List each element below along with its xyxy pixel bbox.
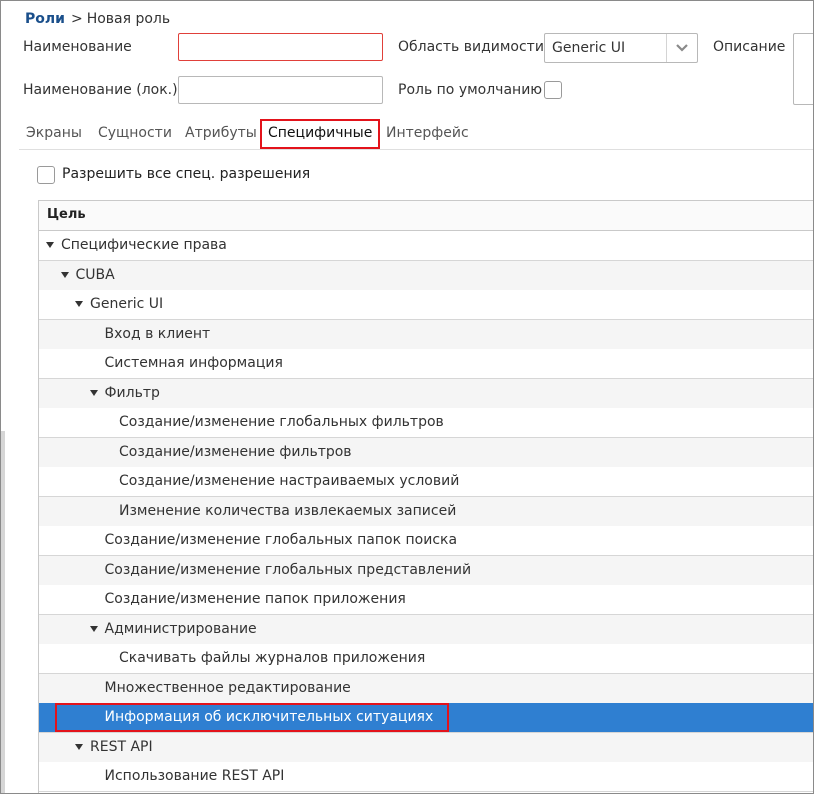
tree-row-label: CUBA bbox=[75, 266, 115, 283]
scope-select-value: Generic UI bbox=[552, 40, 626, 56]
tree-row-label: Создание/изменение глобальных представле… bbox=[104, 561, 472, 578]
tree-row-label: Создание/изменение фильтров bbox=[119, 443, 352, 460]
caret-down-icon[interactable] bbox=[46, 242, 54, 248]
default-role-checkbox[interactable] bbox=[544, 81, 562, 99]
breadcrumb: Роли > Новая роль bbox=[25, 11, 170, 29]
tree-row-label: Системная информация bbox=[104, 355, 283, 371]
scope-label: Область видимости bbox=[398, 39, 544, 55]
description-label: Описание bbox=[713, 39, 786, 55]
tree-row[interactable]: Администрирование bbox=[39, 614, 813, 645]
name-label: Наименование bbox=[23, 39, 132, 55]
column-header-target[interactable]: Цель bbox=[39, 201, 813, 231]
tree-row[interactable]: Множественное редактирование bbox=[39, 673, 813, 704]
tree-row-label: Множественное редактирование bbox=[104, 679, 351, 696]
localized-name-input[interactable] bbox=[178, 76, 383, 104]
tree-row[interactable]: Информация об исключительных ситуациях bbox=[39, 703, 813, 733]
localized-name-label: Наименование (лок.) bbox=[23, 82, 178, 98]
tab-specific[interactable]: Специфичные bbox=[260, 119, 381, 149]
tree-row[interactable]: Создание/изменение фильтров bbox=[39, 437, 813, 468]
tree-row[interactable]: Специфические права bbox=[39, 231, 813, 261]
tree-row-label: Generic UI bbox=[90, 296, 164, 312]
tree-row[interactable]: Фильтр bbox=[39, 378, 813, 409]
caret-down-icon[interactable] bbox=[75, 743, 83, 750]
allow-all-checkbox[interactable] bbox=[37, 166, 55, 184]
tree-row[interactable]: Generic UI bbox=[39, 290, 813, 320]
name-input[interactable] bbox=[178, 33, 383, 61]
tree-row-label: Изменение количества извлекаемых записей bbox=[119, 502, 457, 519]
tree-row-label: Использование REST API bbox=[104, 768, 285, 784]
breadcrumb-separator: > bbox=[70, 11, 83, 27]
tree-row-label: Создание/изменение глобальных папок поис… bbox=[104, 532, 458, 548]
tree-row[interactable]: Изменение количества извлекаемых записей bbox=[39, 496, 813, 527]
tree-row[interactable]: Создание/изменение глобальных фильтров bbox=[39, 408, 813, 438]
tree-row[interactable]: Использование REST API bbox=[39, 762, 813, 792]
tree-row[interactable]: Создание/изменение настраиваемых условий bbox=[39, 467, 813, 497]
tree-row-label: Создание/изменение папок приложения bbox=[104, 591, 406, 607]
tree-row-label: Скачивать файлы журналов приложения bbox=[119, 650, 426, 666]
tree-row[interactable]: Скачивать файлы журналов приложения bbox=[39, 644, 813, 674]
chevron-down-icon[interactable] bbox=[666, 34, 697, 62]
tab-attributes[interactable]: Атрибуты bbox=[185, 125, 257, 141]
tab-ui[interactable]: Интерфейс bbox=[386, 125, 469, 141]
window-edge bbox=[1, 431, 5, 793]
caret-down-icon[interactable] bbox=[89, 389, 98, 396]
tree-row-label: Администрирование bbox=[104, 620, 257, 637]
caret-down-icon[interactable] bbox=[89, 625, 98, 632]
default-role-label: Роль по умолчанию bbox=[398, 82, 543, 98]
tree-row[interactable]: Вход в клиент bbox=[39, 319, 813, 350]
tree-row-label: Специфические права bbox=[61, 237, 227, 253]
tab-bar: Экраны Сущности Атрибуты Специфичные Инт… bbox=[19, 119, 813, 149]
tab-screens[interactable]: Экраны bbox=[26, 125, 82, 141]
caret-down-icon[interactable] bbox=[60, 271, 69, 278]
tree-row[interactable]: Системная информация bbox=[39, 349, 813, 379]
description-textarea[interactable] bbox=[793, 33, 813, 105]
breadcrumb-current: Новая роль bbox=[86, 11, 171, 27]
tree-row-label: Вход в клиент bbox=[104, 325, 211, 342]
scope-select[interactable]: Generic UI bbox=[544, 33, 698, 63]
permissions-tree-table: Цель Специфические права CUBA Generic UI Вх… bbox=[38, 200, 813, 793]
allow-all-label: Разрешить все спец. разрешения bbox=[62, 166, 311, 182]
caret-down-icon[interactable] bbox=[75, 301, 83, 307]
tab-entities[interactable]: Сущности bbox=[98, 125, 172, 141]
tree-row[interactable]: Создание/изменение глобальных представле… bbox=[39, 555, 813, 586]
tree-row-label: Информация об исключительных ситуациях bbox=[104, 709, 434, 725]
tree-row[interactable]: CUBA bbox=[39, 260, 813, 291]
tree-row-label: Фильтр bbox=[104, 384, 160, 401]
breadcrumb-roles-link[interactable]: Роли bbox=[25, 11, 65, 27]
tree-row-label: Создание/изменение глобальных фильтров bbox=[119, 414, 444, 430]
tree-row-label: REST API bbox=[90, 738, 153, 755]
role-editor-window: Роли > Новая роль Наименование Область вид… bbox=[0, 0, 814, 794]
tree-row[interactable]: Создание/изменение папок приложения bbox=[39, 585, 813, 615]
tree-row[interactable]: Создание/изменение глобальных папок поис… bbox=[39, 526, 813, 556]
tab-bar-divider bbox=[19, 149, 813, 150]
tree-row-label: Создание/изменение настраиваемых условий bbox=[119, 473, 460, 489]
column-header-label: Цель bbox=[47, 207, 86, 222]
tree-row[interactable]: REST API bbox=[39, 732, 813, 763]
